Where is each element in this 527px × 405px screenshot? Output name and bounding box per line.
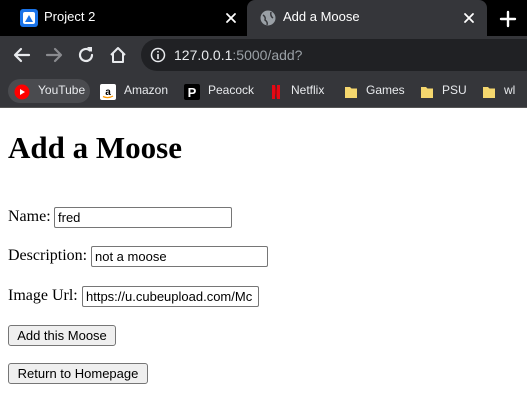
bookmark-netflix[interactable]: Netflix [262, 79, 334, 103]
info-icon[interactable] [150, 47, 166, 63]
bookmark-youtube[interactable]: YouTube [8, 79, 90, 103]
bookmarks-bar: YouTube a Amazon P Peacock Netflix Games [0, 74, 527, 108]
bookmark-label: Amazon [124, 83, 169, 97]
name-label: Name: [8, 208, 51, 225]
description-label: Description: [8, 247, 88, 264]
site-favicon-icon [20, 9, 38, 27]
bookmark-label: Netflix [291, 83, 325, 97]
new-tab-plus-icon[interactable] [497, 8, 519, 30]
folder-icon [483, 87, 495, 98]
tab-project-2[interactable]: Project 2 [0, 0, 247, 36]
tab-title: Project 2 [44, 9, 96, 24]
svg-text:P: P [188, 85, 197, 100]
folder-icon [421, 87, 433, 98]
url-path: :5000/add? [232, 47, 303, 63]
bookmark-label: Games [366, 83, 405, 97]
add-moose-button[interactable]: Add this Moose [8, 325, 116, 346]
netflix-icon [272, 85, 280, 99]
amazon-icon: a [100, 84, 116, 100]
bookmark-amazon[interactable]: a Amazon [94, 79, 174, 103]
address-bar[interactable]: 127.0.0.1:5000/add? [141, 39, 527, 71]
close-icon[interactable] [461, 10, 477, 26]
home-icon[interactable] [107, 44, 129, 66]
name-field[interactable] [54, 207, 232, 228]
svg-text:a: a [105, 87, 111, 98]
bookmark-label: PSU [442, 83, 467, 97]
page-content: Add a Moose Name: Description: Image Url… [0, 109, 527, 405]
reload-icon[interactable] [75, 44, 97, 66]
close-icon[interactable] [223, 10, 239, 26]
tab-add-a-moose[interactable]: Add a Moose [247, 0, 487, 36]
bookmark-label: Peacock [208, 83, 255, 97]
back-arrow-icon[interactable] [11, 44, 33, 66]
folder-icon [345, 87, 357, 98]
globe-icon [260, 10, 276, 26]
bookmark-folder-games[interactable]: Games [338, 79, 410, 103]
bookmark-label: YouTube [38, 83, 86, 97]
description-field[interactable] [91, 246, 268, 267]
page-title: Add a Moose [8, 130, 182, 165]
browser-toolbar: 127.0.0.1:5000/add? [0, 36, 527, 74]
image-url-field[interactable] [82, 286, 259, 307]
url-host: 127.0.0.1 [174, 47, 233, 63]
tab-strip: Project 2 Add a Moose [0, 0, 527, 36]
bookmark-label: wl [504, 83, 516, 97]
return-home-button[interactable]: Return to Homepage [8, 363, 148, 384]
bookmark-folder-psu[interactable]: PSU [414, 79, 470, 103]
peacock-icon: P [184, 84, 200, 100]
url-text: 127.0.0.1:5000/add? [174, 47, 302, 63]
youtube-icon [14, 84, 30, 100]
forward-arrow-icon[interactable] [43, 44, 65, 66]
bookmark-peacock[interactable]: P Peacock [178, 79, 258, 103]
bookmark-folder-wl[interactable]: wl [476, 79, 527, 103]
image-url-label: Image Url: [8, 287, 78, 304]
tab-title: Add a Moose [283, 9, 360, 24]
